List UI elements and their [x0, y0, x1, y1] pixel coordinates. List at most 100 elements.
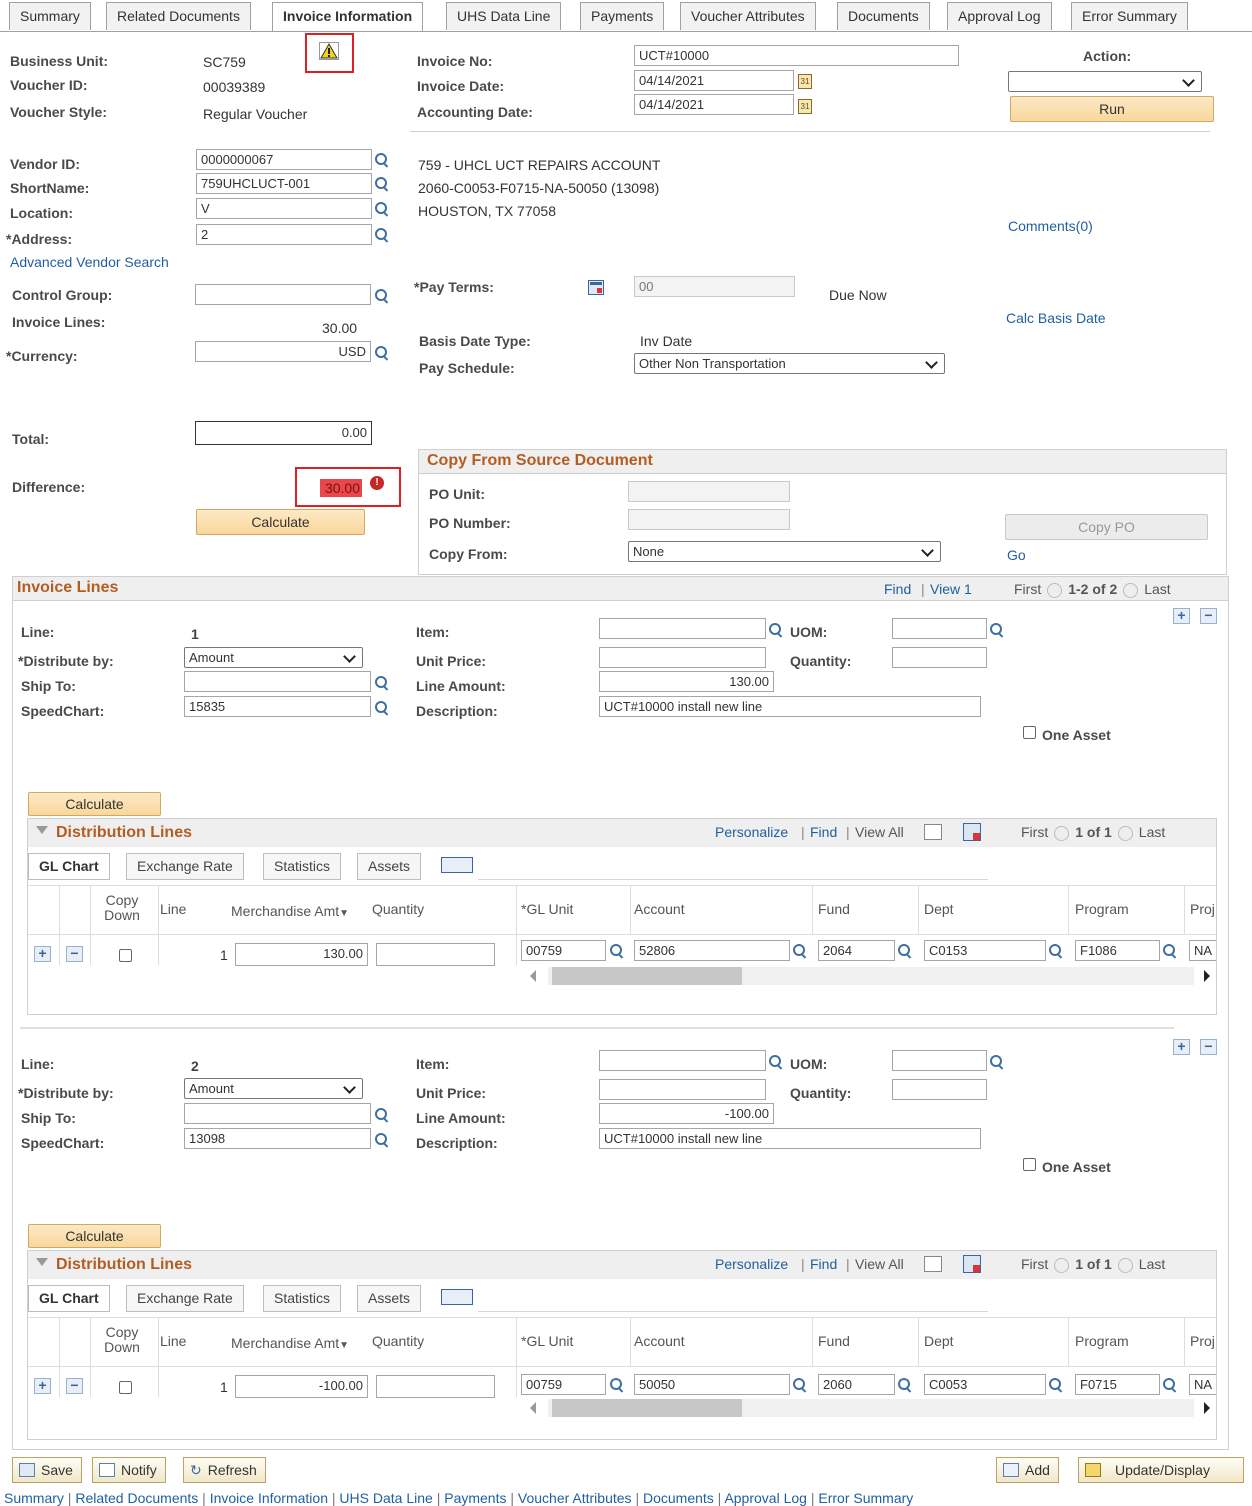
notify-button[interactable]: Notify — [92, 1457, 166, 1483]
gl-unit-input[interactable]: 00759 — [521, 940, 606, 961]
quantity-input[interactable] — [376, 943, 495, 966]
download-icon[interactable] — [963, 823, 981, 841]
pay-schedule-select[interactable]: Other Non Transportation — [634, 353, 945, 374]
line-calculate-button[interactable]: Calculate — [28, 792, 161, 816]
item-lookup-icon[interactable] — [768, 1054, 784, 1070]
merchandise-amt-input[interactable]: -100.00 — [235, 1375, 368, 1398]
prev-icon[interactable] — [1054, 825, 1070, 841]
invoice-lines-view-link[interactable]: View 1 — [930, 581, 972, 597]
program-input[interactable]: F0715 — [1075, 1374, 1160, 1395]
tab-payments[interactable]: Payments — [580, 2, 665, 30]
tab-voucher-attributes[interactable]: Voucher Attributes — [680, 2, 816, 30]
download-icon[interactable] — [963, 1255, 981, 1273]
distribute-by-select[interactable]: Amount — [184, 1078, 363, 1099]
shortname-lookup-icon[interactable] — [374, 176, 390, 192]
ship-to-lookup-icon[interactable] — [374, 1107, 390, 1123]
first-link[interactable]: First — [1021, 824, 1048, 840]
gl-unit-lookup-icon[interactable] — [609, 1377, 625, 1393]
pay-terms-detail-icon[interactable] — [588, 280, 604, 295]
currency-lookup-icon[interactable] — [374, 345, 390, 361]
fund-input[interactable]: 2060 — [818, 1374, 895, 1395]
view-all-link[interactable]: View All — [855, 1256, 904, 1272]
calendar-icon[interactable]: 31 — [798, 74, 812, 89]
program-lookup-icon[interactable] — [1162, 943, 1178, 959]
one-asset-checkbox[interactable] — [1023, 726, 1036, 739]
add-row-icon[interactable]: + — [1173, 608, 1190, 624]
last-link[interactable]: Last — [1139, 1256, 1165, 1272]
next-icon[interactable] — [1117, 1257, 1133, 1273]
personalize-link[interactable]: Personalize — [715, 1256, 788, 1272]
vendor-id-lookup-icon[interactable] — [374, 152, 390, 168]
refresh-button[interactable]: ↻ Refresh — [183, 1457, 266, 1483]
tab-assets[interactable]: Assets — [357, 853, 422, 880]
prev-icon[interactable] — [1054, 1257, 1070, 1273]
unit-price-input[interactable] — [599, 647, 766, 668]
add-row-icon[interactable]: + — [34, 946, 51, 962]
zoom-icon[interactable] — [924, 824, 942, 840]
personalize-link[interactable]: Personalize — [715, 824, 788, 840]
tab-gl-chart[interactable]: GL Chart — [28, 853, 110, 880]
shortname-input[interactable]: 759UHCLUCT-001 — [196, 173, 372, 194]
quantity-input[interactable] — [376, 1375, 495, 1398]
fund-lookup-icon[interactable] — [897, 1377, 913, 1393]
ship-to-input[interactable] — [184, 671, 371, 692]
merchandise-amt-input[interactable]: 130.00 — [235, 943, 368, 966]
gl-unit-lookup-icon[interactable] — [609, 943, 625, 959]
footer-link-payments[interactable]: Payments — [444, 1490, 506, 1506]
pay-terms-input[interactable]: 00 — [634, 276, 795, 297]
tab-related-documents[interactable]: Related Documents — [106, 2, 251, 30]
po-number-input[interactable] — [628, 509, 790, 530]
first-link[interactable]: First — [1021, 1256, 1048, 1272]
first-link[interactable]: First — [1014, 581, 1041, 597]
footer-link-invoice-information[interactable]: Invoice Information — [210, 1490, 328, 1506]
tab-statistics[interactable]: Statistics — [263, 853, 342, 880]
tab-assets[interactable]: Assets — [357, 1285, 422, 1312]
calculate-button[interactable]: Calculate — [196, 509, 365, 535]
delete-row-icon[interactable]: − — [66, 946, 83, 962]
calc-basis-date-link[interactable]: Calc Basis Date — [1006, 310, 1106, 326]
run-button[interactable]: Run — [1010, 96, 1214, 122]
prev-icon[interactable] — [1047, 582, 1063, 598]
copy-po-button[interactable]: Copy PO — [1005, 514, 1208, 540]
line-calculate-button[interactable]: Calculate — [28, 1224, 161, 1248]
uom-input[interactable] — [892, 618, 987, 639]
find-link[interactable]: Find — [810, 1256, 837, 1272]
invoice-no-input[interactable]: UCT#10000 — [634, 45, 959, 66]
item-input[interactable] — [599, 1050, 766, 1071]
one-asset-checkbox[interactable] — [1023, 1158, 1036, 1171]
speedchart-input[interactable]: 13098 — [184, 1128, 371, 1149]
distribute-by-select[interactable]: Amount — [184, 647, 363, 668]
footer-link-documents[interactable]: Documents — [643, 1490, 714, 1506]
fund-lookup-icon[interactable] — [897, 943, 913, 959]
col-merch-amt[interactable]: Merchandise Amt▼ — [231, 903, 349, 919]
update-display-button[interactable]: Update/Display — [1078, 1457, 1244, 1483]
comments-link[interactable]: Comments(0) — [1008, 218, 1093, 234]
error-icon[interactable]: ! — [370, 476, 384, 490]
footer-link-error-summary[interactable]: Error Summary — [818, 1490, 913, 1506]
tab-documents[interactable]: Documents — [837, 2, 930, 30]
show-all-columns-icon[interactable] — [441, 857, 473, 873]
add-button[interactable]: Add — [996, 1457, 1059, 1483]
col-merch-amt[interactable]: Merchandise Amt▼ — [231, 1335, 349, 1351]
item-lookup-icon[interactable] — [768, 622, 784, 638]
address-lookup-icon[interactable] — [374, 227, 390, 243]
account-input[interactable]: 50050 — [634, 1374, 790, 1395]
control-group-lookup-icon[interactable] — [374, 288, 390, 304]
address-input[interactable]: 2 — [196, 224, 372, 245]
tab-gl-chart[interactable]: GL Chart — [28, 1285, 110, 1312]
account-input[interactable]: 52806 — [634, 940, 790, 961]
copy-down-checkbox[interactable] — [119, 1381, 132, 1394]
tab-exchange-rate[interactable]: Exchange Rate — [126, 853, 244, 880]
fund-input[interactable]: 2064 — [818, 940, 895, 961]
collapse-icon[interactable] — [36, 1258, 48, 1266]
vendor-id-input[interactable]: 0000000067 — [196, 149, 372, 170]
description-input[interactable]: UCT#10000 install new line — [599, 1128, 981, 1149]
line-amount-input[interactable]: -100.00 — [599, 1103, 774, 1124]
save-button[interactable]: Save — [12, 1457, 82, 1483]
copy-from-select[interactable]: None — [628, 541, 941, 562]
tab-exchange-rate[interactable]: Exchange Rate — [126, 1285, 244, 1312]
tab-error-summary[interactable]: Error Summary — [1071, 2, 1188, 30]
dept-lookup-icon[interactable] — [1048, 943, 1064, 959]
next-icon[interactable] — [1123, 582, 1139, 598]
proj-input[interactable]: NA — [1189, 1374, 1216, 1395]
